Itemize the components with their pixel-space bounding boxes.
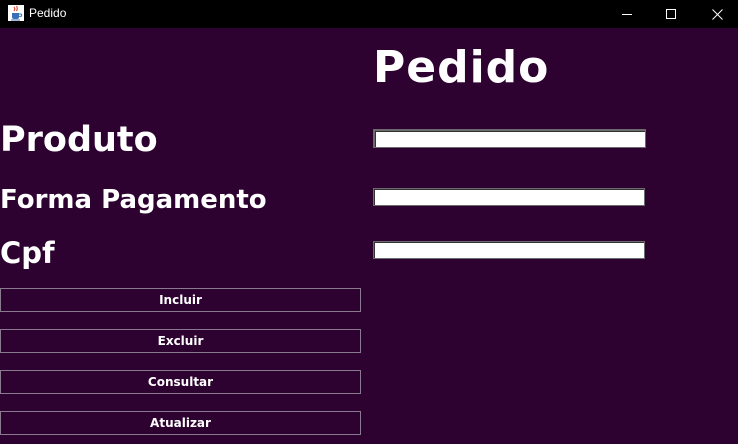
produto-field[interactable] <box>373 129 646 148</box>
close-icon <box>711 8 723 20</box>
atualizar-button-label: Atualizar <box>150 416 211 430</box>
form-panel: Pedido Produto Forma Pagamento Cpf Inclu… <box>0 28 738 444</box>
page-title: Pedido <box>373 42 550 93</box>
excluir-button[interactable]: Excluir <box>0 329 361 353</box>
atualizar-button[interactable]: Atualizar <box>0 411 361 435</box>
excluir-button-label: Excluir <box>157 334 204 348</box>
minimize-button[interactable] <box>604 0 650 28</box>
title-bar: Pedido <box>0 0 738 28</box>
forma-pagamento-field[interactable] <box>373 188 645 206</box>
cpf-label: Cpf <box>0 236 55 270</box>
cpf-field[interactable] <box>373 241 645 259</box>
close-button[interactable] <box>694 0 738 28</box>
produto-label: Produto <box>0 120 158 160</box>
maximize-icon <box>666 9 676 19</box>
consultar-button[interactable]: Consultar <box>0 370 361 394</box>
forma-pagamento-label: Forma Pagamento <box>0 185 267 215</box>
maximize-button[interactable] <box>648 0 694 28</box>
java-cup-icon <box>8 5 24 21</box>
consultar-button-label: Consultar <box>147 375 214 389</box>
incluir-button-label: Incluir <box>159 293 202 307</box>
incluir-button[interactable]: Incluir <box>0 288 361 312</box>
window-title: Pedido <box>29 6 67 20</box>
minimize-icon <box>622 14 632 15</box>
